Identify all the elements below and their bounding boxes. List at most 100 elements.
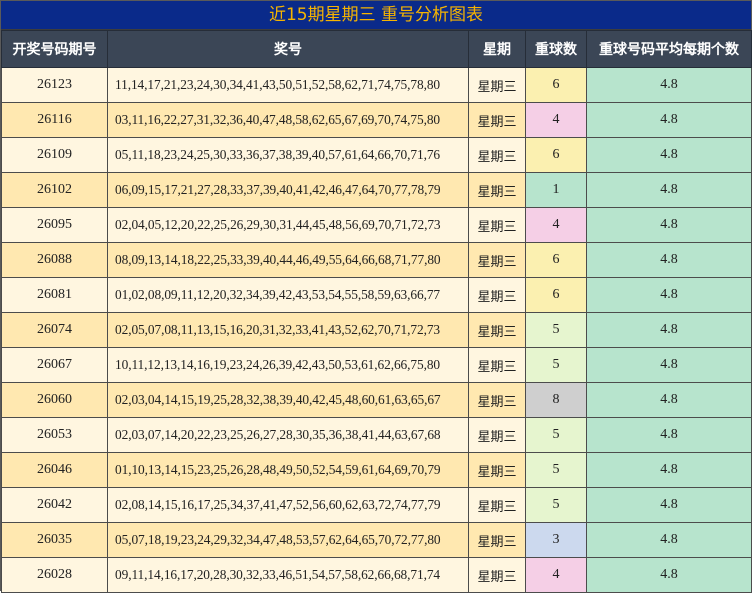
- table-row: 26053 02,03,07,14,20,22,23,25,26,27,28,30…: [1, 417, 752, 453]
- numbers-cell: 02,03,07,14,20,22,23,25,26,27,28,30,35,3…: [107, 417, 469, 453]
- avg-cell: 4.8: [586, 312, 752, 348]
- table-row: 26074 02,05,07,08,11,13,15,16,20,31,32,33…: [1, 312, 752, 348]
- table-row: 26035 05,07,18,19,23,24,29,32,34,47,48,53…: [1, 522, 752, 558]
- weekday-cell: 星期三: [468, 382, 526, 418]
- numbers-cell: 01,02,08,09,11,12,20,32,34,39,42,43,53,5…: [107, 277, 469, 313]
- numbers-cell: 10,11,12,13,14,16,19,23,24,26,39,42,43,5…: [107, 347, 469, 383]
- repeat-analysis-table: 开奖号码期号 奖号 星期 重球数 重球号码平均每期个数 26123 11,14,1…: [1, 30, 752, 593]
- numbers-cell: 02,05,07,08,11,13,15,16,20,31,32,33,41,4…: [107, 312, 469, 348]
- weekday-cell: 星期三: [468, 522, 526, 558]
- numbers-cell: 06,09,15,17,21,27,28,33,37,39,40,41,42,4…: [107, 172, 469, 208]
- issue-cell: 26081: [1, 277, 108, 313]
- repeat-count-cell: 6: [525, 277, 587, 313]
- repeat-count-cell: 3: [525, 522, 587, 558]
- avg-cell: 4.8: [586, 522, 752, 558]
- issue-cell: 26116: [1, 102, 108, 138]
- table-row: 26046 01,10,13,14,15,23,25,26,28,48,49,50…: [1, 452, 752, 488]
- repeat-count-cell: 6: [525, 137, 587, 173]
- table-row: 26028 09,11,14,16,17,20,28,30,32,33,46,51…: [1, 557, 752, 593]
- issue-cell: 26095: [1, 207, 108, 243]
- weekday-cell: 星期三: [468, 102, 526, 138]
- repeat-count-cell: 4: [525, 557, 587, 593]
- issue-cell: 26074: [1, 312, 108, 348]
- repeat-count-cell: 5: [525, 312, 587, 348]
- repeat-count-cell: 6: [525, 242, 587, 278]
- issue-cell: 26102: [1, 172, 108, 208]
- table-row: 26116 03,11,16,22,27,31,32,36,40,47,48,58…: [1, 102, 752, 138]
- avg-cell: 4.8: [586, 137, 752, 173]
- table-row: 26095 02,04,05,12,20,22,25,26,29,30,31,44…: [1, 207, 752, 243]
- avg-cell: 4.8: [586, 347, 752, 383]
- repeat-count-cell: 4: [525, 207, 587, 243]
- issue-cell: 26123: [1, 67, 108, 103]
- repeat-count-cell: 5: [525, 417, 587, 453]
- table-row: 26081 01,02,08,09,11,12,20,32,34,39,42,43…: [1, 277, 752, 313]
- table-row: 26102 06,09,15,17,21,27,28,33,37,39,40,41…: [1, 172, 752, 208]
- repeat-count-cell: 5: [525, 487, 587, 523]
- numbers-cell: 11,14,17,21,23,24,30,34,41,43,50,51,52,5…: [107, 67, 469, 103]
- avg-cell: 4.8: [586, 417, 752, 453]
- issue-cell: 26060: [1, 382, 108, 418]
- header-repeat-count: 重球数: [525, 30, 587, 68]
- avg-cell: 4.8: [586, 102, 752, 138]
- table-header-row: 开奖号码期号 奖号 星期 重球数 重球号码平均每期个数: [1, 30, 752, 68]
- avg-cell: 4.8: [586, 487, 752, 523]
- repeat-analysis-page: 近15期星期三 重号分析图表 开奖号码期号 奖号 星期 重球数 重球号码平均每期…: [0, 0, 752, 593]
- page-title: 近15期星期三 重号分析图表: [1, 1, 751, 30]
- avg-cell: 4.8: [586, 277, 752, 313]
- table-row: 26042 02,08,14,15,16,17,25,34,37,41,47,52…: [1, 487, 752, 523]
- avg-cell: 4.8: [586, 557, 752, 593]
- header-issue: 开奖号码期号: [1, 30, 108, 68]
- table-row: 26060 02,03,04,14,15,19,25,28,32,38,39,40…: [1, 382, 752, 418]
- numbers-cell: 02,04,05,12,20,22,25,26,29,30,31,44,45,4…: [107, 207, 469, 243]
- weekday-cell: 星期三: [468, 347, 526, 383]
- avg-cell: 4.8: [586, 172, 752, 208]
- issue-cell: 26053: [1, 417, 108, 453]
- table-row: 26088 08,09,13,14,18,22,25,33,39,40,44,46…: [1, 242, 752, 278]
- issue-cell: 26109: [1, 137, 108, 173]
- repeat-count-cell: 5: [525, 347, 587, 383]
- numbers-cell: 08,09,13,14,18,22,25,33,39,40,44,46,49,5…: [107, 242, 469, 278]
- numbers-cell: 01,10,13,14,15,23,25,26,28,48,49,50,52,5…: [107, 452, 469, 488]
- numbers-cell: 05,11,18,23,24,25,30,33,36,37,38,39,40,5…: [107, 137, 469, 173]
- weekday-cell: 星期三: [468, 242, 526, 278]
- table-body: 26123 11,14,17,21,23,24,30,34,41,43,50,51…: [1, 67, 752, 593]
- numbers-cell: 02,08,14,15,16,17,25,34,37,41,47,52,56,6…: [107, 487, 469, 523]
- table-row: 26123 11,14,17,21,23,24,30,34,41,43,50,51…: [1, 67, 752, 103]
- table-row: 26067 10,11,12,13,14,16,19,23,24,26,39,42…: [1, 347, 752, 383]
- weekday-cell: 星期三: [468, 137, 526, 173]
- weekday-cell: 星期三: [468, 172, 526, 208]
- avg-cell: 4.8: [586, 382, 752, 418]
- issue-cell: 26035: [1, 522, 108, 558]
- weekday-cell: 星期三: [468, 207, 526, 243]
- avg-cell: 4.8: [586, 67, 752, 103]
- issue-cell: 26046: [1, 452, 108, 488]
- weekday-cell: 星期三: [468, 312, 526, 348]
- header-numbers: 奖号: [107, 30, 469, 68]
- numbers-cell: 02,03,04,14,15,19,25,28,32,38,39,40,42,4…: [107, 382, 469, 418]
- numbers-cell: 05,07,18,19,23,24,29,32,34,47,48,53,57,6…: [107, 522, 469, 558]
- avg-cell: 4.8: [586, 452, 752, 488]
- header-avg-per-issue: 重球号码平均每期个数: [586, 30, 752, 68]
- weekday-cell: 星期三: [468, 487, 526, 523]
- numbers-cell: 09,11,14,16,17,20,28,30,32,33,46,51,54,5…: [107, 557, 469, 593]
- issue-cell: 26042: [1, 487, 108, 523]
- weekday-cell: 星期三: [468, 417, 526, 453]
- repeat-count-cell: 1: [525, 172, 587, 208]
- header-weekday: 星期: [468, 30, 526, 68]
- table-row: 26109 05,11,18,23,24,25,30,33,36,37,38,39…: [1, 137, 752, 173]
- avg-cell: 4.8: [586, 207, 752, 243]
- weekday-cell: 星期三: [468, 277, 526, 313]
- issue-cell: 26088: [1, 242, 108, 278]
- weekday-cell: 星期三: [468, 557, 526, 593]
- issue-cell: 26028: [1, 557, 108, 593]
- weekday-cell: 星期三: [468, 452, 526, 488]
- repeat-count-cell: 8: [525, 382, 587, 418]
- avg-cell: 4.8: [586, 242, 752, 278]
- repeat-count-cell: 6: [525, 67, 587, 103]
- repeat-count-cell: 5: [525, 452, 587, 488]
- numbers-cell: 03,11,16,22,27,31,32,36,40,47,48,58,62,6…: [107, 102, 469, 138]
- weekday-cell: 星期三: [468, 67, 526, 103]
- repeat-count-cell: 4: [525, 102, 587, 138]
- issue-cell: 26067: [1, 347, 108, 383]
